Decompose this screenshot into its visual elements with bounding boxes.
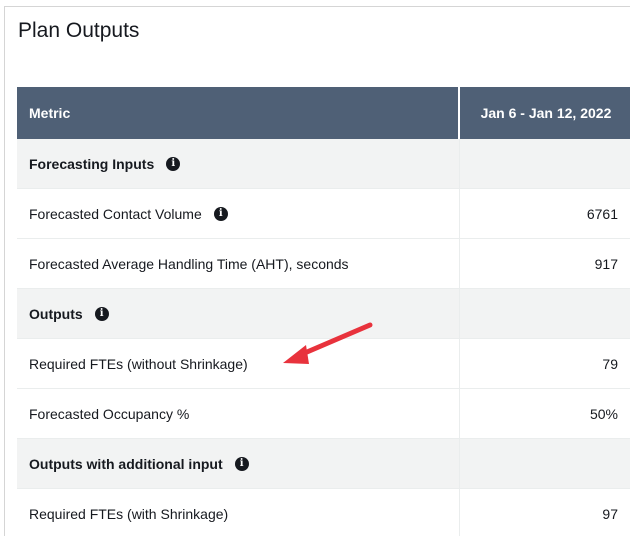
section-row-forecasting-inputs: Forecasting Inputs i — [17, 139, 630, 189]
row-value: 917 — [594, 255, 618, 272]
row-label: Outputs — [29, 305, 83, 322]
info-icon[interactable]: i — [166, 156, 181, 171]
plan-outputs-panel: Plan Outputs Metric Jan 6 - Jan 12, 2022… — [4, 6, 630, 536]
panel-title: Plan Outputs — [18, 19, 140, 42]
row-value — [460, 289, 630, 338]
row-value — [460, 439, 630, 488]
table-header-row: Metric Jan 6 - Jan 12, 2022 — [17, 87, 630, 139]
plan-outputs-table: Metric Jan 6 - Jan 12, 2022 Forecasting … — [17, 87, 630, 536]
section-row-outputs-additional-input: Outputs with additional input i — [17, 439, 630, 489]
row-label: Forecasted Average Handling Time (AHT), … — [29, 255, 349, 272]
section-row-outputs: Outputs i — [17, 289, 630, 339]
row-value: 6761 — [586, 205, 618, 222]
table-row-forecasted-contact-volume: Forecasted Contact Volume i 6761 — [17, 189, 630, 239]
info-icon[interactable]: i — [94, 306, 109, 321]
row-value: 79 — [602, 355, 618, 372]
info-icon[interactable]: i — [234, 456, 249, 471]
info-icon[interactable]: i — [213, 206, 228, 221]
row-label: Outputs with additional input — [29, 455, 223, 472]
row-label: Forecasted Contact Volume — [29, 205, 202, 222]
row-value — [460, 139, 630, 188]
table-row-required-ftes-without-shrinkage: Required FTEs (without Shrinkage) 79 — [17, 339, 630, 389]
row-label: Forecasted Occupancy % — [29, 405, 190, 422]
row-value: 50% — [589, 405, 618, 422]
row-label: Required FTEs (with Shrinkage) — [29, 505, 229, 522]
table-row-forecasted-aht: Forecasted Average Handling Time (AHT), … — [17, 239, 630, 289]
row-value: 97 — [602, 505, 618, 522]
column-header-period: Jan 6 - Jan 12, 2022 — [480, 105, 612, 121]
table-row-forecasted-occupancy: Forecasted Occupancy % 50% — [17, 389, 630, 439]
table-row-required-ftes-with-shrinkage: Required FTEs (with Shrinkage) 97 — [17, 489, 630, 536]
row-label: Forecasting Inputs — [29, 155, 155, 172]
row-label: Required FTEs (without Shrinkage) — [29, 355, 248, 372]
column-header-metric: Metric — [17, 87, 460, 139]
